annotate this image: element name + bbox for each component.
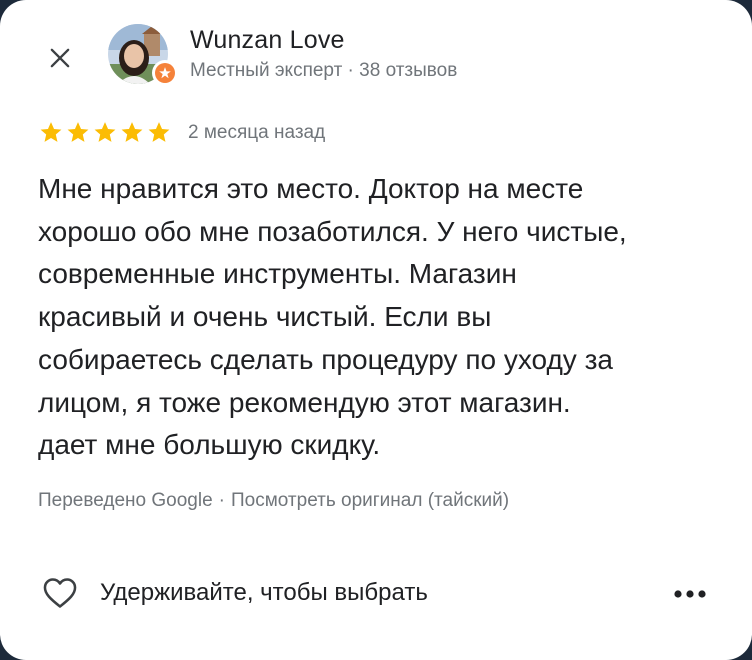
like-label: Удерживайте, чтобы выбрать xyxy=(100,579,428,606)
star-rating xyxy=(38,120,172,145)
star-icon xyxy=(40,122,62,142)
view-original-link[interactable]: Посмотреть оригинал (тайский) xyxy=(231,490,509,511)
star-icon xyxy=(94,122,116,142)
close-icon xyxy=(50,48,70,68)
star-icon xyxy=(121,122,143,142)
translation-note: Переведено Google · Посмотреть оригинал (т… xyxy=(38,490,509,512)
author-name[interactable]: Wunzan Love xyxy=(190,26,345,55)
separator-dot: · xyxy=(218,490,225,511)
rating-row: 2 месяца назад xyxy=(38,120,325,145)
review-date: 2 месяца назад xyxy=(188,121,326,143)
review-card: Wunzan Love Местный эксперт · 38 отзывов… xyxy=(0,0,752,660)
local-guide-badge xyxy=(152,60,178,86)
author-meta: Местный эксперт · 38 отзывов xyxy=(190,60,458,81)
star-icon xyxy=(148,122,170,142)
heart-icon xyxy=(43,578,77,608)
close-button[interactable] xyxy=(40,38,80,78)
like-button[interactable]: Удерживайте, чтобы выбрать xyxy=(40,574,428,612)
more-options-button[interactable] xyxy=(668,582,712,606)
more-horizontal-icon xyxy=(674,590,706,598)
local-guide-badge-icon xyxy=(159,67,171,79)
review-text: Мне нравится это место. Доктор на месте … xyxy=(38,173,627,461)
star-icon xyxy=(67,122,89,142)
translated-by-label: Переведено Google xyxy=(38,490,213,511)
